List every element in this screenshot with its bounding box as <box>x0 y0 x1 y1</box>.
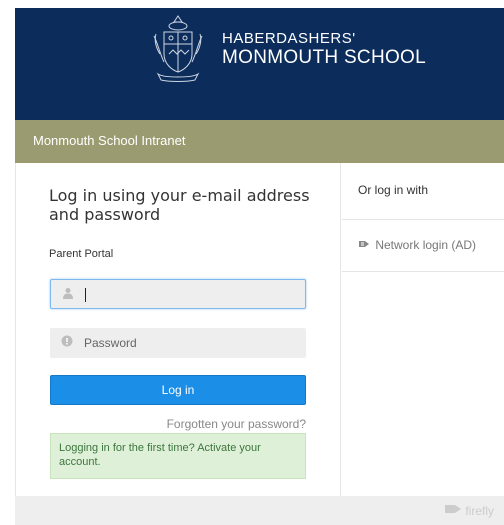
school-name-line2: MONMOUTH SCHOOL <box>222 47 426 68</box>
school-name-line1: HABERDASHERS' <box>222 30 356 47</box>
user-icon <box>61 287 75 301</box>
email-login-section: Log in using your e-mail address and pas… <box>16 163 341 496</box>
intranet-title: Monmouth School Intranet <box>33 133 186 148</box>
divider <box>342 271 504 272</box>
username-field[interactable] <box>50 279 306 309</box>
network-login-label: Network login (AD) <box>375 238 477 252</box>
login-panel: Log in using your e-mail address and pas… <box>15 163 504 496</box>
password-placeholder: Password <box>84 336 137 350</box>
login-button[interactable]: Log in <box>50 375 306 405</box>
firefly-icon <box>358 238 372 252</box>
school-header: HABERDASHERS' MONMOUTH SCHOOL <box>15 8 504 120</box>
page: HABERDASHERS' MONMOUTH SCHOOL Monmouth S… <box>0 0 504 525</box>
portal-label: Parent Portal <box>49 248 114 260</box>
firefly-brand: firefly <box>444 503 494 518</box>
lock-icon <box>60 335 74 349</box>
password-field[interactable]: Password <box>50 328 306 358</box>
first-time-activation-notice[interactable]: Logging in for the first time? Activate … <box>50 433 306 479</box>
page-footer: firefly <box>15 496 504 525</box>
alternative-login-section: Or log in with Network login (AD) <box>342 163 504 496</box>
school-crest-logo <box>153 15 203 82</box>
login-heading: Log in using your e-mail address and pas… <box>49 186 310 225</box>
firefly-brand-label: firefly <box>465 504 494 518</box>
divider <box>342 219 504 220</box>
firefly-logo-icon <box>444 503 462 518</box>
forgot-password-link[interactable]: Forgotten your password? <box>167 417 306 431</box>
intranet-title-bar: Monmouth School Intranet <box>15 120 504 163</box>
text-cursor <box>85 288 86 302</box>
top-title-strip <box>0 0 504 8</box>
alt-login-heading: Or log in with <box>358 183 429 197</box>
network-login-link[interactable]: Network login (AD) <box>358 238 476 252</box>
school-name: HABERDASHERS' MONMOUTH SCHOOL <box>222 30 426 69</box>
